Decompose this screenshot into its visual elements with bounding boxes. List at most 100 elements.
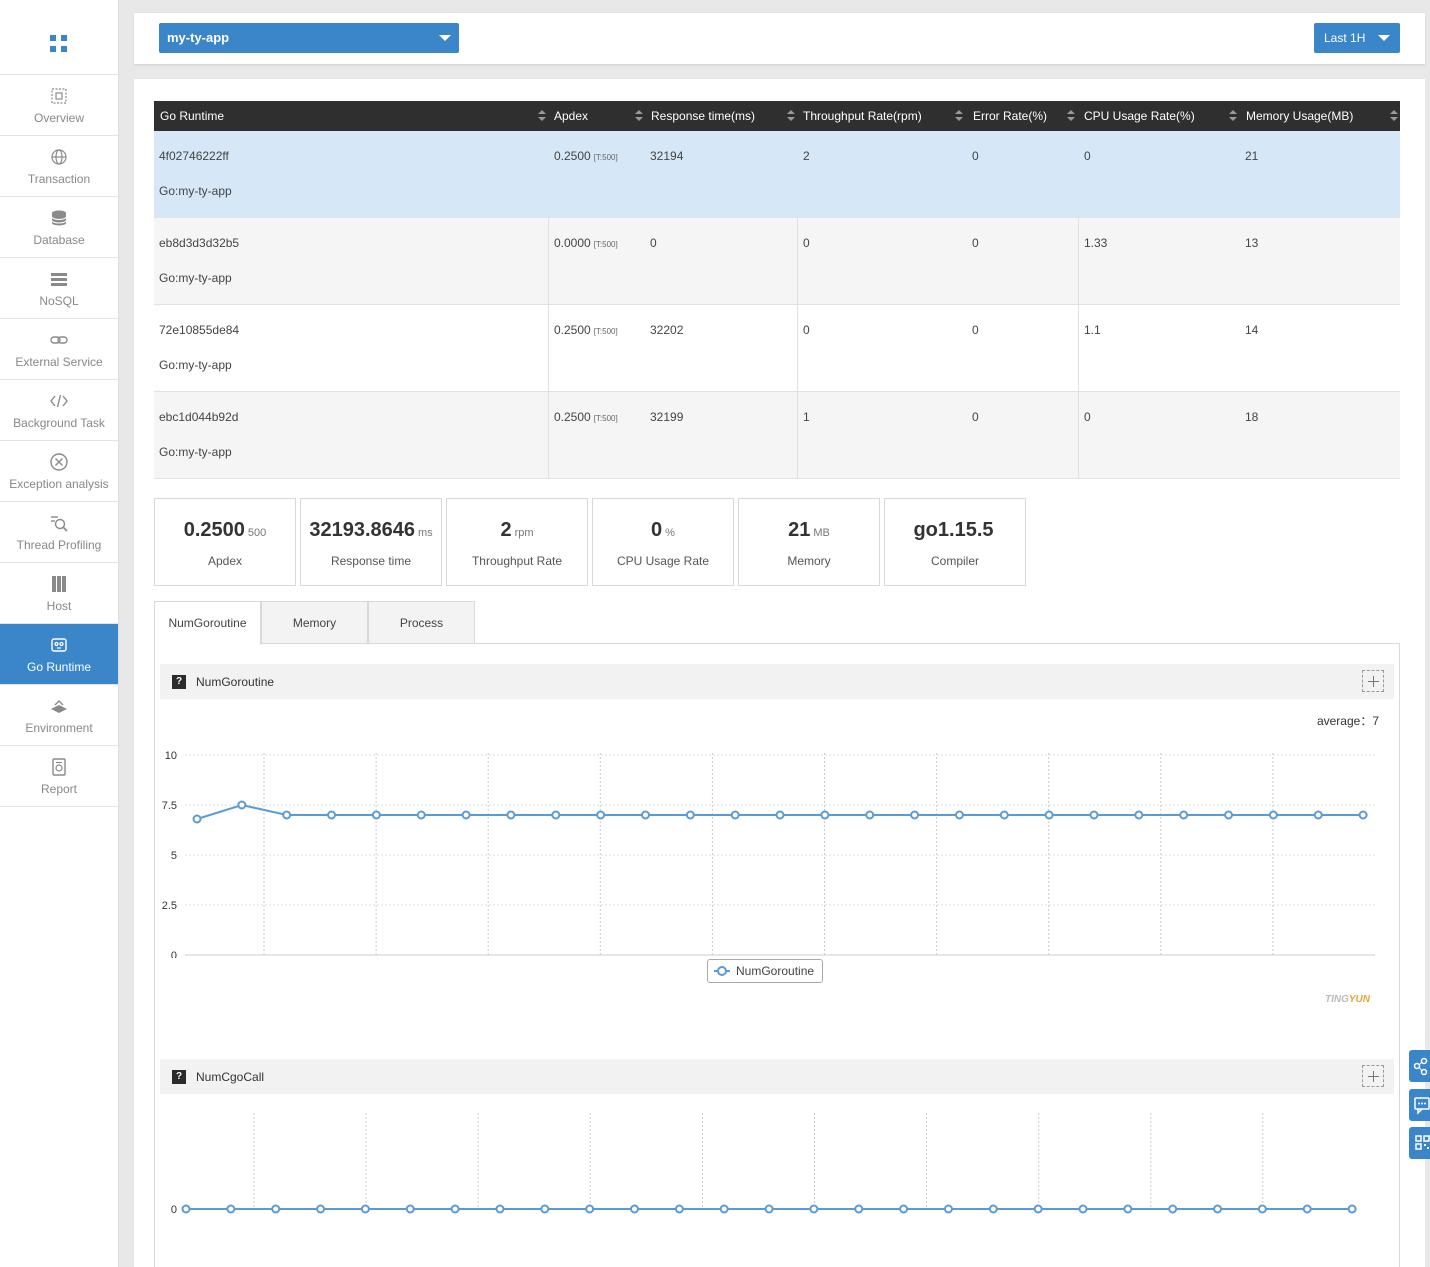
card-label: CPU Usage Rate (616, 554, 710, 568)
sidebar-item-report[interactable]: Report (0, 746, 118, 807)
y-tick-label: 0 (171, 1204, 177, 1216)
data-point (450, 1204, 460, 1214)
card-unit: rpm (514, 527, 534, 539)
data-point (820, 810, 830, 820)
error-circle-icon (49, 452, 69, 472)
card-label: Throughput Rate (471, 554, 563, 568)
expand-icon[interactable] (1362, 670, 1384, 692)
column-header[interactable]: Apdex (548, 101, 588, 131)
host-icon (49, 574, 69, 594)
sidebar-item-label: Overview (33, 111, 84, 125)
table-row[interactable]: 4f02746222ff 0.2500 [T:500] 32194 2 0 0 21 Go:my… (154, 131, 1400, 218)
cell-instance-name: Go:my-ty-app (159, 184, 232, 198)
data-point (551, 810, 561, 820)
column-header[interactable]: Throughput Rate(rpm) (797, 101, 922, 131)
time-range-select[interactable]: Last 1H (1314, 23, 1400, 53)
table-row[interactable]: eb8d3d3d32b5 0.0000 [T:500] 0 0 0 1.33 13 Go:my-… (154, 218, 1400, 305)
tab-memory[interactable]: Memory (261, 601, 368, 644)
sort-icon[interactable] (955, 110, 963, 122)
sort-icon[interactable] (1067, 110, 1075, 122)
cell-value: 0 (650, 236, 657, 250)
apps-grid-button[interactable] (0, 0, 118, 75)
app-select[interactable]: my-ty-app (159, 23, 459, 53)
data-point (461, 810, 471, 820)
feedback-button[interactable] (1409, 1089, 1430, 1121)
legend-numgoroutine[interactable]: NumGoroutine (707, 959, 824, 983)
sidebar-item-external-service[interactable]: External Service (0, 319, 118, 380)
cell-value: 32202 (650, 323, 684, 337)
table-row[interactable]: ebc1d044b92d 0.2500 [T:500] 32199 1 0 0 18 Go:my… (154, 392, 1400, 479)
database-icon (49, 208, 69, 228)
caret-down-icon (439, 35, 451, 41)
cell-response: 32202 (650, 323, 683, 337)
column-header[interactable]: CPU Usage Rate(%) (1078, 101, 1195, 131)
cell-value: 0.0000 (554, 236, 591, 250)
qrcode-button[interactable] (1409, 1127, 1430, 1159)
legend-marker-icon (714, 966, 730, 976)
cell-value: 0.2500 (554, 323, 591, 337)
cell-memory: 13 (1245, 236, 1258, 250)
data-point (641, 810, 650, 820)
cell-value: 4f02746222ff (159, 149, 229, 163)
sort-icon[interactable] (635, 110, 643, 122)
cell-value: 0 (1084, 149, 1091, 163)
card-unit: 500 (247, 527, 267, 539)
sort-icon[interactable] (787, 110, 795, 122)
cell-cpu: 0 (1084, 149, 1091, 163)
column-header[interactable]: Error Rate(%) (967, 101, 1047, 131)
share-button[interactable] (1409, 1050, 1430, 1082)
data-point (1213, 1204, 1223, 1214)
sidebar-item-background-task[interactable]: Background Task (0, 380, 118, 441)
cell-id: ebc1d044b92d (159, 410, 238, 424)
cell-apdex: 0.2500 [T:500] (554, 410, 618, 424)
sidebar-item-nosql[interactable]: NoSQL (0, 258, 118, 319)
sidebar-item-environment[interactable]: Environment (0, 685, 118, 746)
summary-card-response-time: 32193.8646 ms Response time (300, 498, 442, 586)
card-label: Apdex (207, 554, 243, 568)
sidebar-item-label: Exception analysis (9, 477, 109, 491)
column-header[interactable]: Memory Usage(MB) (1240, 101, 1353, 131)
sidebar-item-database[interactable]: Database (0, 197, 118, 258)
cell-value: 13 (1245, 236, 1259, 250)
column-divider (1078, 392, 1079, 478)
column-header[interactable]: Response time(ms) (645, 101, 755, 131)
cell-value: 14 (1245, 323, 1259, 337)
sort-icon[interactable] (1229, 110, 1237, 122)
tab-numgoroutine[interactable]: NumGoroutine (154, 601, 261, 645)
tab-process[interactable]: Process (368, 601, 475, 644)
card-unit: % (665, 527, 675, 539)
cell-response: 32199 (650, 410, 683, 424)
data-point (999, 810, 1009, 820)
sort-icon[interactable] (1390, 110, 1398, 122)
chat-icon (1414, 1097, 1430, 1115)
data-point (764, 1204, 774, 1214)
data-point (540, 1204, 550, 1214)
sidebar-item-exception-analysis[interactable]: Exception analysis (0, 441, 118, 502)
cell-apdex: 0.0000 [T:500] (554, 236, 618, 250)
help-icon[interactable]: ? (172, 1070, 186, 1084)
cell-value: 32194 (650, 149, 684, 163)
sidebar-item-go-runtime[interactable]: Go Runtime (0, 624, 118, 685)
sidebar-item-overview[interactable]: Overview (0, 75, 118, 136)
data-point (719, 1204, 729, 1214)
cell-value: 0 (972, 410, 979, 424)
sidebar-item-transaction[interactable]: Transaction (0, 136, 118, 197)
data-point (1089, 810, 1099, 820)
cell-throughput: 1 (803, 410, 810, 424)
cell-throughput: 0 (803, 323, 810, 337)
sort-icon[interactable] (538, 110, 546, 122)
card-value: go1.15.5 (885, 519, 1025, 542)
summary-card-memory: 21 MB Memory (738, 498, 880, 586)
expand-icon[interactable] (1362, 1065, 1384, 1087)
sidebar-item-thread-profiling[interactable]: Thread Profiling (0, 502, 118, 563)
data-point (495, 1204, 505, 1214)
cell-value: 0 (972, 236, 979, 250)
column-divider (797, 305, 798, 391)
data-point (1044, 810, 1054, 820)
table-row[interactable]: 72e10855de84 0.2500 [T:500] 32202 0 0 1.1 14 Go:… (154, 305, 1400, 392)
column-divider (797, 218, 798, 304)
column-header[interactable]: Go Runtime (154, 101, 224, 131)
sidebar-item-host[interactable]: Host (0, 563, 118, 624)
help-icon[interactable]: ? (172, 675, 186, 689)
numgoroutine-chart: 02.557.51002:1502:2002:2502:3002:3502:40… (162, 750, 1375, 958)
